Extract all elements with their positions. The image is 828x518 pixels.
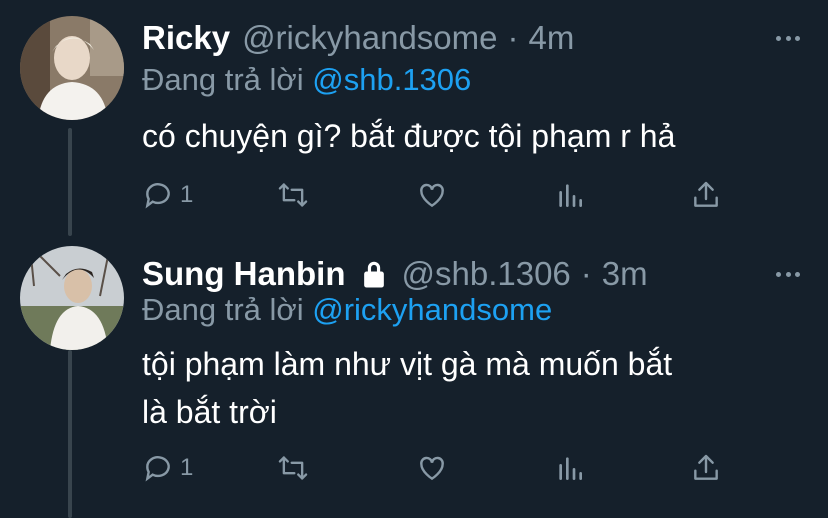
tweet-text: có chuyện gì? bắt được tội phạm r hả [142,118,676,154]
like-icon [420,456,444,481]
retweet-button[interactable] [276,448,310,488]
tweet-ricky[interactable]: Ricky @rickyhandsome · 4m Đang trả lời @… [0,0,828,236]
more-icon[interactable] [776,264,800,284]
reply-icon [145,456,170,482]
thread-line [68,128,72,236]
replying-label: Đang trả lời [142,292,304,327]
tweet-text: tội phạm làm như vịt gà mà muốn bắt là b… [142,340,792,436]
retweet-icon [278,183,308,207]
separator: · [507,19,519,56]
share-button[interactable] [690,175,722,215]
replying-to: Đang trả lời @rickyhandsome [142,292,552,328]
reply-button[interactable]: 1 [142,175,193,215]
display-name[interactable]: Ricky [142,19,230,57]
lock-icon [359,258,389,290]
tweet-text-line: tội phạm làm như vịt gà mà muốn bắt [142,346,673,382]
reply-icon [145,183,170,209]
tweet-header: Ricky @rickyhandsome · 4m [142,18,574,58]
analytics-button[interactable] [554,175,586,215]
display-name[interactable]: Sung Hanbin [142,255,345,293]
avatar-sung-hanbin[interactable] [20,246,124,350]
mention-link[interactable]: @shb.1306 [312,62,471,97]
thread-line [68,350,72,518]
action-bar: 1 [142,175,742,215]
replying-label: Đang trả lời [142,62,304,97]
reply-count: 1 [180,181,194,208]
retweet-icon [278,456,308,480]
analytics-icon [559,457,582,480]
replying-to: Đang trả lời @shb.1306 [142,62,471,98]
share-button[interactable] [690,448,722,488]
tweet-text-line: là bắt trời [142,394,277,430]
share-icon [694,181,718,207]
timestamp[interactable]: 3m [602,255,648,293]
like-button[interactable] [416,448,448,488]
user-handle[interactable]: @rickyhandsome [242,19,497,57]
tweet-header: Sung Hanbin @shb.1306 · 3m [142,254,648,294]
reply-button[interactable]: 1 [142,448,193,488]
avatar-ricky[interactable] [20,16,124,120]
separator: · [580,255,592,292]
more-icon[interactable] [776,28,800,48]
like-button[interactable] [416,175,448,215]
like-icon [420,183,444,208]
action-bar: 1 [142,448,742,488]
share-icon [694,454,718,480]
user-handle[interactable]: @shb.1306 [401,255,570,293]
mention-link[interactable]: @rickyhandsome [312,292,552,327]
analytics-button[interactable] [554,448,586,488]
reply-count: 1 [180,454,194,481]
retweet-button[interactable] [276,175,310,215]
analytics-icon [559,184,582,207]
timestamp[interactable]: 4m [529,19,575,57]
tweet-sung-hanbin[interactable]: Sung Hanbin @shb.1306 · 3m Đang trả lời … [0,236,828,518]
